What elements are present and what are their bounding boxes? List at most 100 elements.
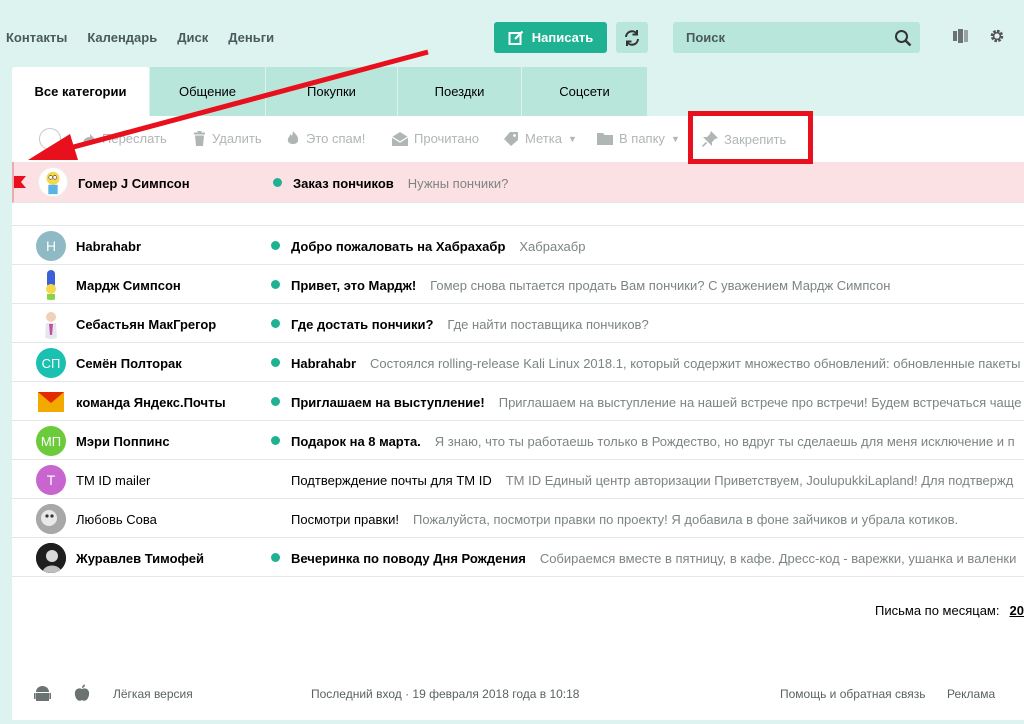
top-bar: Контакты Календарь Диск Деньги Написать: [0, 0, 1024, 66]
flag-icon[interactable]: [14, 176, 26, 191]
chevron-down-icon: ▼: [670, 133, 680, 144]
nav-calendar[interactable]: Календарь: [87, 30, 157, 45]
tab-trips[interactable]: Поездки: [398, 67, 522, 116]
ads-link[interactable]: Реклама: [947, 687, 995, 701]
folder-icon: [597, 133, 613, 145]
select-all-checkbox[interactable]: [39, 128, 61, 150]
compose-label: Написать: [531, 30, 594, 45]
trash-icon: [194, 131, 205, 146]
chevron-down-icon: ▼: [567, 133, 577, 144]
footer: Лёгкая версия Последний вход · 19 феврал…: [12, 676, 1024, 716]
snippet: Нужны пончики?: [407, 176, 509, 191]
unread-dot[interactable]: [271, 319, 280, 328]
months-year-link[interactable]: 20: [1009, 603, 1023, 618]
message-row[interactable]: Себастьян МакГрегор Где достать пончики?…: [12, 304, 1024, 343]
message-row[interactable]: Журавлев Тимофей Вечеринка по поводу Дня…: [12, 538, 1024, 577]
tab-shopping[interactable]: Покупки: [266, 67, 398, 116]
help-link[interactable]: Помощь и обратная связь: [780, 687, 925, 701]
mark-read-button[interactable]: Прочитано: [392, 131, 479, 146]
envelope-open-icon: [392, 131, 408, 146]
message-line: Привет, это Мардж! Гомер снова пытается п…: [291, 278, 890, 293]
message-row[interactable]: СП Семён Полторак Habrahabr Состоялся rol…: [12, 343, 1024, 382]
nav-money[interactable]: Деньги: [228, 30, 274, 45]
subject: Приглашаем на выступление!: [291, 395, 485, 410]
avatar: [36, 270, 66, 300]
unread-dot[interactable]: [271, 358, 280, 367]
unread-dot[interactable]: [271, 553, 280, 562]
avatar: [38, 167, 68, 197]
light-version-link[interactable]: Лёгкая версия: [113, 687, 193, 701]
message-line: Посмотри правки! Пожалуйста, посмотри пра…: [291, 512, 958, 527]
message-line: Habrahabr Состоялся rolling-release Kali …: [291, 356, 1020, 371]
avatar: [36, 543, 66, 573]
message-row[interactable]: Мардж Симпсон Привет, это Мардж! Гомер сн…: [12, 265, 1024, 304]
snippet: Собираемся вместе в пятницу, в кафе. Дре…: [539, 551, 1017, 566]
unread-dot[interactable]: [271, 241, 280, 250]
message-row[interactable]: T TM ID mailer Подтверждение почты для T…: [12, 460, 1024, 499]
spam-button[interactable]: Это спам!: [286, 131, 365, 146]
move-folder-label: В папку: [619, 131, 665, 146]
months-label: Письма по месяцам:: [875, 603, 1000, 618]
delete-button[interactable]: Удалить: [193, 131, 262, 146]
move-folder-button[interactable]: В папку ▼: [597, 131, 680, 146]
search-input[interactable]: [673, 30, 883, 45]
tab-networks[interactable]: Соцсети: [522, 67, 648, 116]
sender-name: команда Яндекс.Почты: [76, 395, 226, 410]
spam-label: Это спам!: [306, 131, 366, 146]
refresh-button[interactable]: [616, 22, 648, 53]
message-row[interactable]: H Habrahabr Добро пожаловать на Хабрахаб…: [12, 226, 1024, 265]
unread-dot[interactable]: [271, 397, 280, 406]
subject: Подарок на 8 марта.: [291, 434, 421, 449]
nav-disk[interactable]: Диск: [177, 30, 208, 45]
unread-dot[interactable]: [271, 280, 280, 289]
forward-button[interactable]: Переслать: [82, 131, 167, 146]
compose-button[interactable]: Написать: [494, 22, 607, 53]
label-label: Метка: [525, 131, 562, 146]
nav-contacts[interactable]: Контакты: [6, 30, 67, 45]
snippet: Хабрахабр: [519, 239, 586, 254]
avatar: T: [36, 465, 66, 495]
yandex-mail-icon: [38, 392, 64, 412]
top-nav: Контакты Календарь Диск Деньги: [6, 30, 294, 45]
themes-icon[interactable]: [952, 27, 970, 48]
message-row[interactable]: Любовь Сова Посмотри правки! Пожалуйста, …: [12, 499, 1024, 538]
subject: Привет, это Мардж!: [291, 278, 417, 293]
unread-dot[interactable]: [273, 178, 282, 187]
message-line: Вечеринка по поводу Дня Рождения Собираем…: [291, 551, 1016, 566]
compose-icon: [508, 30, 524, 45]
fire-icon: [287, 131, 299, 144]
unread-dot[interactable]: [271, 436, 280, 445]
last-login: Последний вход · 19 февраля 2018 года в …: [311, 687, 580, 701]
sender-name: Семён Полторак: [76, 356, 182, 371]
subject: Посмотри правки!: [291, 512, 399, 527]
sender-name: Любовь Сова: [76, 512, 157, 527]
message-row[interactable]: команда Яндекс.Почты Приглашаем на высту…: [12, 382, 1024, 421]
search-box: [673, 22, 920, 53]
android-icon[interactable]: [34, 685, 51, 706]
pinned-message-row[interactable]: Гомер J Симпсон Заказ пончиков Нужны понч…: [12, 162, 1024, 203]
forward-label: Переслать: [102, 131, 167, 146]
snippet: Я знаю, что ты работаешь только в Рождес…: [434, 434, 1015, 449]
gear-icon[interactable]: [988, 27, 1006, 48]
label-button[interactable]: Метка ▼: [503, 131, 577, 146]
subject: Habrahabr: [291, 356, 357, 371]
snippet: Состоялся rolling-release Kali Linux 201…: [370, 356, 1021, 371]
sender-name: Себастьян МакГрегор: [76, 317, 217, 332]
refresh-icon: [625, 29, 639, 46]
avatar: СП: [36, 348, 66, 378]
tab-all[interactable]: Все категории: [12, 67, 150, 116]
subject: Где достать пончики?: [291, 317, 434, 332]
annotation-highlight-box: [688, 111, 813, 164]
message-line: Подтверждение почты для TM ID TM ID Едины…: [291, 473, 1013, 488]
sender-name: Мардж Симпсон: [76, 278, 181, 293]
message-row[interactable]: МП Мэри Поппинс Подарок на 8 марта. Я зна…: [12, 421, 1024, 460]
pinned-separator: [12, 203, 1024, 226]
tab-social[interactable]: Общение: [150, 67, 266, 116]
subject: Заказ пончиков: [293, 176, 394, 191]
search-icon[interactable]: [894, 29, 912, 50]
apple-icon[interactable]: [74, 684, 90, 705]
avatar: [36, 504, 66, 534]
subject: Добро пожаловать на Хабрахабр: [291, 239, 506, 254]
snippet: Пожалуйста, посмотри правки по проекту! …: [412, 512, 959, 527]
message-line: Подарок на 8 марта. Я знаю, что ты работа…: [291, 434, 1015, 449]
